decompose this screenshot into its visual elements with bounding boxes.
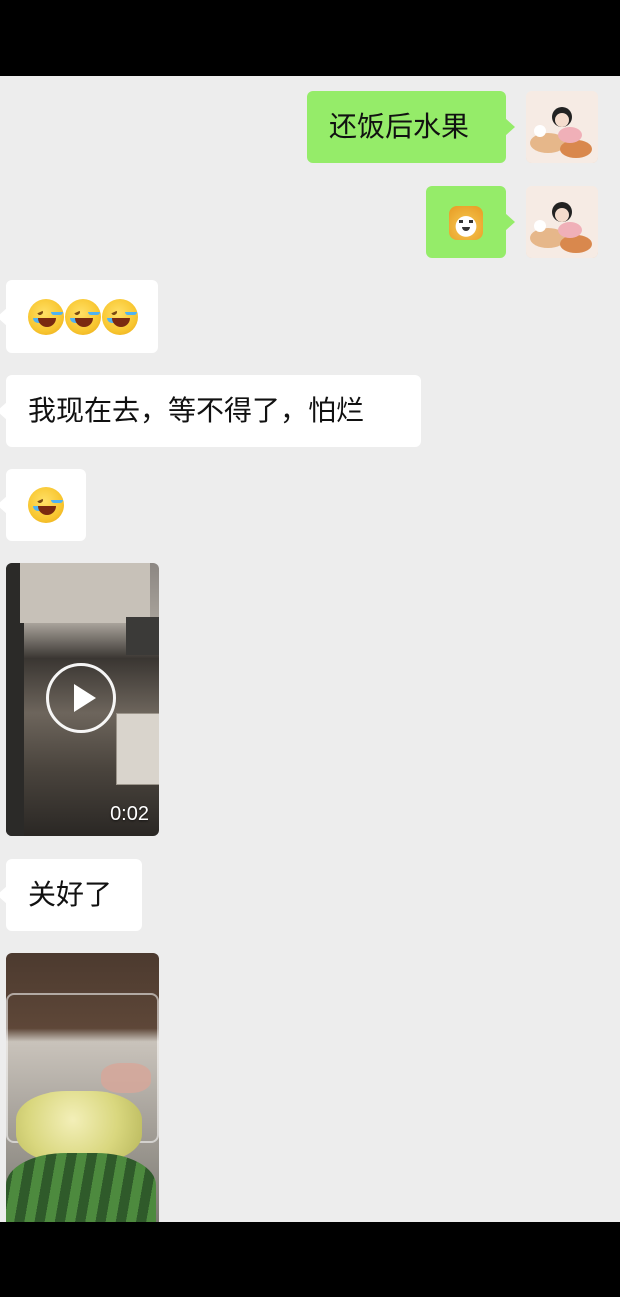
received-emoji-bubble[interactable] xyxy=(0,469,86,541)
video-duration: 0:02 xyxy=(110,803,149,825)
play-icon[interactable] xyxy=(46,663,116,733)
laughing-crying-emoji-icon xyxy=(28,487,64,523)
message-text: 还饭后水果 xyxy=(329,110,470,143)
laughing-crying-emoji-icon xyxy=(65,298,101,335)
avatar-illustration xyxy=(526,91,598,163)
avatar-illustration xyxy=(526,186,598,258)
laughing-crying-emoji-icon xyxy=(102,298,138,335)
photo-hand xyxy=(101,1063,151,1093)
chat-message-list[interactable]: 还饭后水果 我现在去，等不得了，怕烂 0:02 关好了 xyxy=(0,76,620,1222)
laughing-crying-emoji-icon xyxy=(28,298,64,335)
my-avatar[interactable] xyxy=(526,91,598,163)
my-avatar[interactable] xyxy=(526,186,598,258)
bottom-navigation-bar xyxy=(0,1222,620,1297)
video-frame-cabinet xyxy=(20,563,150,623)
top-status-bar xyxy=(0,0,620,76)
received-emoji-bubble[interactable] xyxy=(0,280,158,353)
doge-emoji-icon xyxy=(449,206,483,240)
video-frame-drawer xyxy=(116,713,159,785)
sent-message-bubble[interactable]: 还饭后水果 xyxy=(307,91,515,163)
message-text: 关好了 xyxy=(28,878,113,911)
photo-melon xyxy=(6,1153,156,1222)
message-text: 我现在去，等不得了，怕烂 xyxy=(28,394,365,427)
image-message[interactable] xyxy=(6,953,159,1222)
video-message[interactable]: 0:02 xyxy=(6,563,159,836)
video-frame-hood xyxy=(126,617,159,655)
received-message-bubble[interactable]: 关好了 xyxy=(0,859,142,931)
received-message-bubble[interactable]: 我现在去，等不得了，怕烂 xyxy=(0,375,421,447)
